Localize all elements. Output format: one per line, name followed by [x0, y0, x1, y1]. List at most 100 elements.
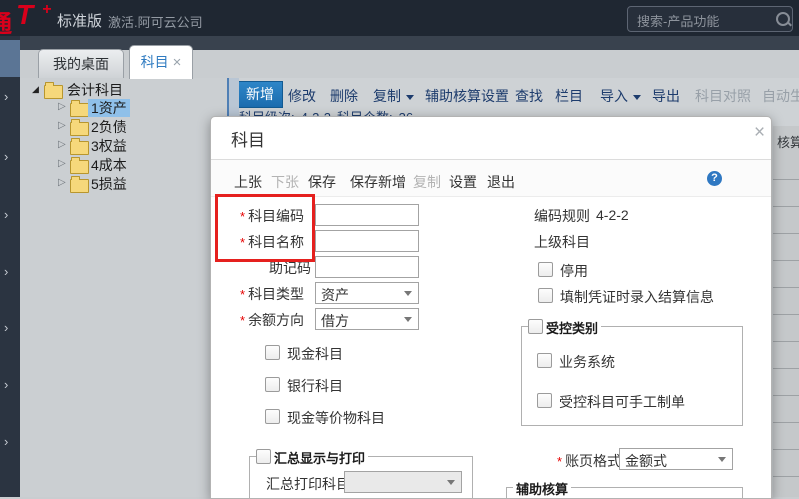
tab-subject[interactable]: 科目 × — [129, 45, 193, 79]
cash-subject-label: 现金科目 — [287, 346, 343, 362]
cash-equivalent-checkbox[interactable] — [265, 409, 280, 424]
rail-expand-icon[interactable]: › — [4, 377, 18, 393]
brand-logo-clipped: 通 — [0, 2, 14, 34]
controlled-category-legend: 受控类别 — [543, 318, 602, 337]
summary-print-checkbox[interactable] — [256, 449, 271, 464]
subject-dialog: 科目 × 上张 下张 保存 保存新增 复制 设置 退出 ? * 科目编码 * 科目名… — [210, 116, 772, 499]
rail-expand-icon[interactable]: › — [4, 149, 18, 165]
rail-expand-icon[interactable]: › — [4, 320, 18, 336]
dialog-toolbar: 上张 下张 保存 保存新增 复制 设置 退出 ? — [211, 160, 771, 197]
auto-generate-button: 自动生成 — [762, 88, 799, 104]
delete-button[interactable]: 删除 — [330, 86, 358, 106]
rail-expand-icon[interactable]: › — [4, 207, 18, 223]
rail-active-item[interactable] — [0, 40, 20, 77]
columns-button[interactable]: 栏目 — [555, 86, 583, 106]
search-placeholder: 搜索-产品功能 — [637, 14, 720, 29]
save-and-new-button[interactable]: 保存新增 — [350, 172, 406, 192]
aux-accounting-settings-button[interactable]: 辅助核算设置 — [425, 86, 509, 106]
balance-direction-select[interactable]: 借方 — [315, 308, 419, 330]
bank-subject-checkbox[interactable] — [265, 377, 280, 392]
select-arrow-icon — [404, 317, 412, 322]
select-arrow-icon — [404, 291, 412, 296]
manual-voucher-label: 受控科目可手工制单 — [559, 394, 685, 410]
tree-collapsed-icon[interactable]: ▷ — [58, 158, 66, 169]
subject-name-input[interactable] — [315, 230, 419, 252]
activation-company-label: 激活.阿可云公司 — [108, 15, 203, 30]
dialog-close-icon[interactable]: × — [754, 122, 765, 144]
subject-mapping-button: 科目对照 — [695, 88, 751, 104]
save-button[interactable]: 保存 — [308, 172, 336, 192]
search-icon[interactable] — [776, 12, 790, 26]
folder-icon — [70, 157, 89, 174]
export-button[interactable]: 导出 — [652, 86, 680, 106]
summary-print-subject-select — [344, 471, 462, 493]
exit-button[interactable]: 退出 — [487, 172, 515, 192]
controlled-category-checkbox[interactable] — [528, 319, 543, 334]
dropdown-arrow-icon — [633, 94, 641, 100]
disable-label: 停用 — [560, 263, 588, 279]
tree-collapsed-icon[interactable]: ▷ — [58, 120, 66, 131]
tree-collapsed-icon[interactable]: ▷ — [58, 101, 66, 112]
tab-label: 科目 — [140, 54, 169, 70]
select-arrow-icon — [447, 480, 455, 485]
add-button[interactable]: 新增 — [239, 81, 283, 108]
copy-button[interactable]: 复制 — [373, 86, 414, 106]
disable-checkbox[interactable] — [538, 262, 553, 277]
next-record-button: 下张 — [271, 174, 299, 190]
settings-button[interactable]: 设置 — [449, 172, 477, 192]
tab-my-desktop[interactable]: 我的桌面 — [38, 49, 124, 78]
business-system-label: 业务系统 — [559, 354, 615, 370]
balance-direction-label: * 余额方向 — [240, 312, 305, 328]
help-icon[interactable]: ? — [707, 171, 722, 186]
find-button[interactable]: 查找 — [515, 86, 543, 106]
edition-label: 标准版 — [57, 13, 103, 30]
tab-close-icon[interactable]: × — [173, 54, 182, 71]
code-rule-label: 编码规则 — [534, 208, 590, 224]
modify-button[interactable]: 修改 — [288, 86, 316, 106]
dropdown-arrow-icon — [406, 94, 414, 100]
import-button[interactable]: 导入 — [600, 86, 641, 106]
annotation-highlight-rectangle — [215, 194, 315, 262]
brand-logo-char: 通 — [0, 4, 12, 34]
tab-band — [0, 36, 799, 50]
subject-type-label: * 科目类型 — [240, 286, 305, 302]
cash-equivalent-label: 现金等价物科目 — [287, 410, 385, 426]
top-bar: 通 T + 标准版 激活.阿可云公司 搜索-产品功能 — [0, 0, 799, 36]
settlement-info-label: 填制凭证时录入结算信息 — [560, 289, 714, 305]
prev-record-button[interactable]: 上张 — [234, 172, 262, 192]
tree-root-label[interactable]: 会计科目 — [64, 81, 126, 99]
mnemonic-input[interactable] — [315, 256, 419, 278]
brand-logo-plus: + — [42, 1, 52, 18]
product-search-input[interactable]: 搜索-产品功能 — [627, 6, 793, 32]
rail-expand-icon[interactable]: › — [4, 434, 18, 450]
cash-subject-checkbox[interactable] — [265, 345, 280, 360]
background-text-fragment: 核算 — [777, 135, 799, 150]
subject-code-input[interactable] — [315, 204, 419, 226]
brand-logo-t: T — [16, 0, 33, 30]
background-grid-lines — [773, 153, 799, 497]
dialog-title: 科目 — [231, 131, 265, 150]
subject-type-select[interactable]: 资产 — [315, 282, 419, 304]
tree-expanded-icon[interactable]: ◢ — [32, 84, 39, 95]
aux-accounting-legend: 辅助核算 — [513, 479, 572, 498]
tree-item-label[interactable]: 2负债 — [88, 118, 130, 136]
settlement-info-checkbox[interactable] — [538, 288, 553, 303]
parent-subject-label: 上级科目 — [534, 234, 590, 250]
rail-expand-icon[interactable]: › — [4, 89, 18, 105]
background-grid-strip: 核算 — [773, 126, 799, 497]
business-system-checkbox[interactable] — [537, 353, 552, 368]
tree-item-label[interactable]: 1资产 — [88, 99, 130, 117]
manual-voucher-checkbox[interactable] — [537, 393, 552, 408]
bank-subject-label: 银行科目 — [287, 378, 343, 394]
tree-item-label[interactable]: 4成本 — [88, 156, 130, 174]
folder-icon — [70, 100, 89, 117]
page-format-select[interactable]: 金额式 — [619, 448, 733, 470]
tree-item-label[interactable]: 5损益 — [88, 175, 130, 193]
select-arrow-icon — [718, 457, 726, 462]
tree-item-label[interactable]: 3权益 — [88, 137, 130, 155]
rail-expand-icon[interactable]: › — [4, 264, 18, 280]
tree-collapsed-icon[interactable]: ▷ — [58, 139, 66, 150]
code-rule-value: 4-2-2 — [596, 207, 629, 223]
subject-toolbar: 新增 修改 删除 复制 辅助核算设置 查找 栏目 导入 导出 科目对照 自动生成 — [239, 80, 799, 108]
tree-collapsed-icon[interactable]: ▷ — [58, 177, 66, 188]
